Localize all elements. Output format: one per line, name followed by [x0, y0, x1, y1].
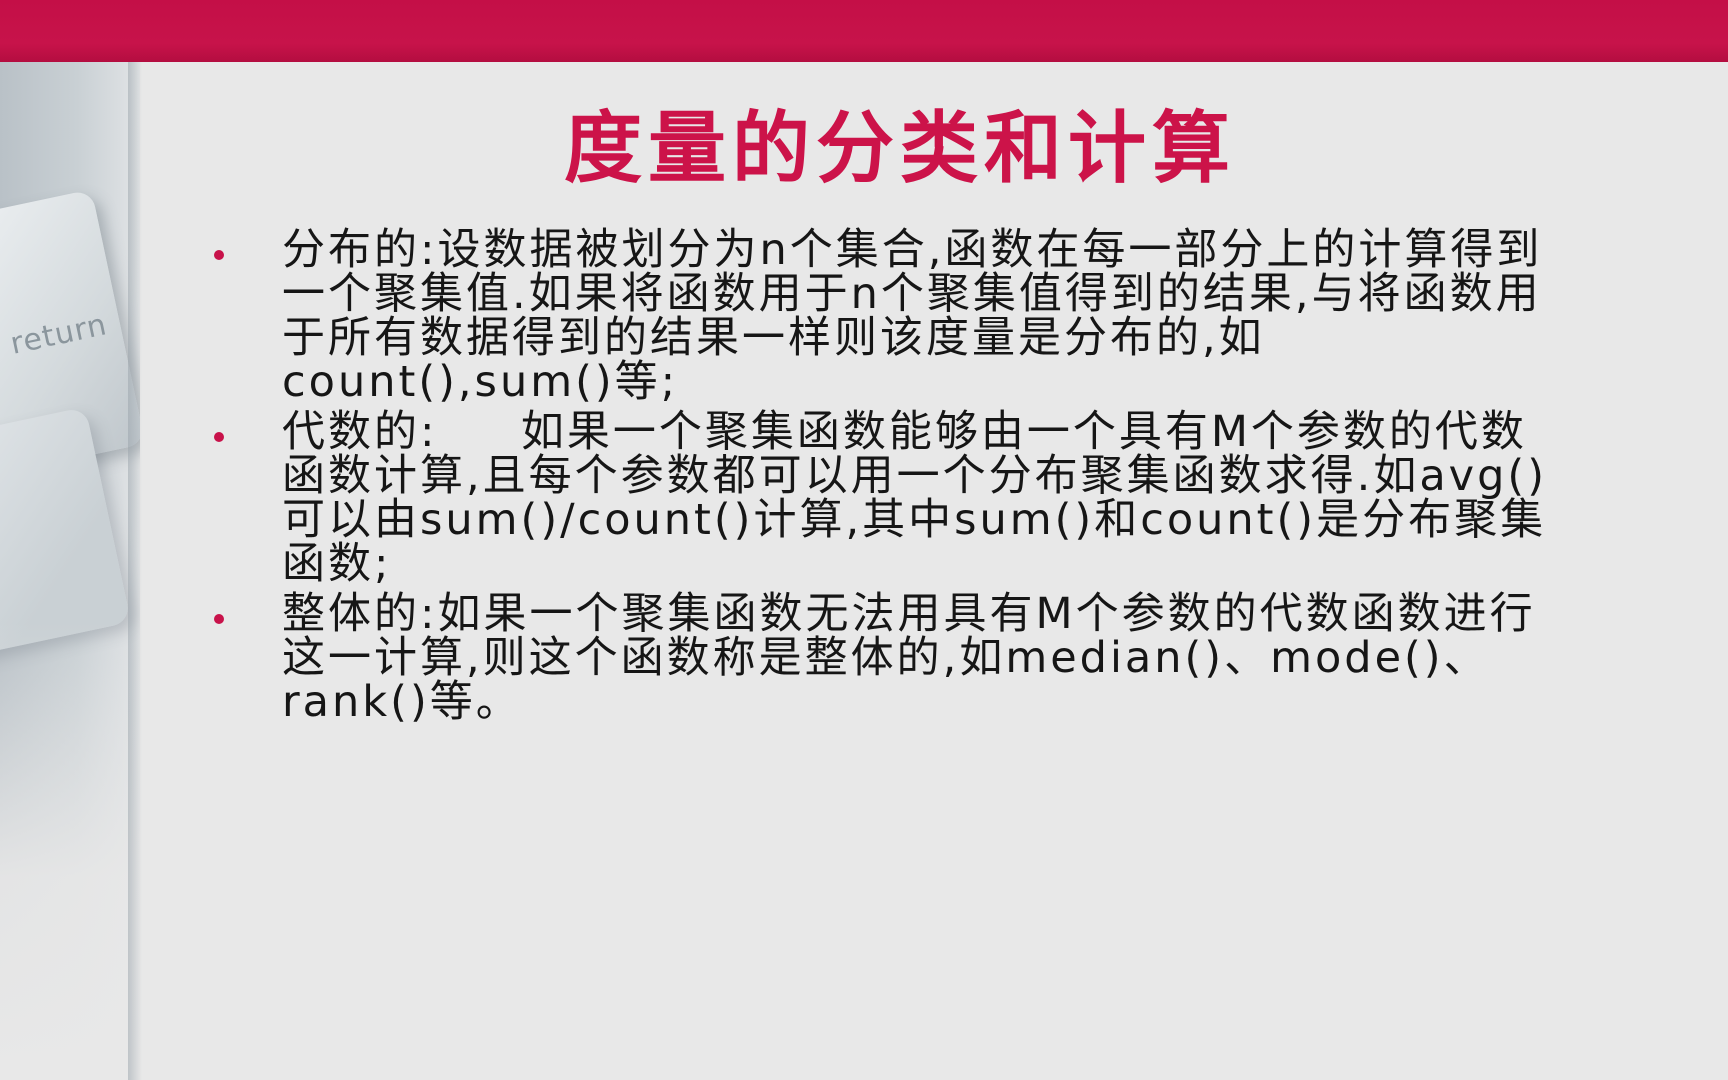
slide-title: 度量的分类和计算: [563, 104, 1236, 194]
bullet-dot-icon: [214, 250, 224, 260]
bullet-text: 整体的:如果一个聚集函数无法用具有M个参数的代数函数进行这一计算,则这个函数称是…: [282, 589, 1536, 727]
side-decorative-panel: return: [0, 62, 140, 1080]
return-key-label: return: [7, 307, 111, 362]
bullet-text: 代数的: 如果一个聚集函数能够由一个具有M个参数的代数函数计算,且每个参数都可以…: [282, 407, 1547, 589]
bullet-distributive: 分布的:设数据被划分为n个集合,函数在每一部分上的计算得到一个聚集值.如果将函数…: [208, 228, 1568, 404]
slide: return 度量的分类和计算 分布的:设数据被划分为n个集合,函数在每一部分上…: [0, 0, 1728, 1080]
keyboard-key-graphic-lower: [0, 406, 132, 658]
bullet-list: 分布的:设数据被划分为n个集合,函数在每一部分上的计算得到一个聚集值.如果将函数…: [208, 228, 1568, 730]
bullet-dot-icon: [214, 432, 224, 442]
top-accent-bar: [0, 0, 1728, 62]
side-divider: [128, 62, 142, 1080]
keyboard-key-graphic: [0, 189, 140, 475]
bullet-text: 分布的:设数据被划分为n个集合,函数在每一部分上的计算得到一个聚集值.如果将函数…: [282, 225, 1543, 407]
bullet-dot-icon: [214, 614, 224, 624]
bullet-holistic: 整体的:如果一个聚集函数无法用具有M个参数的代数函数进行这一计算,则这个函数称是…: [208, 592, 1568, 724]
bullet-algebraic: 代数的: 如果一个聚集函数能够由一个具有M个参数的代数函数计算,且每个参数都可以…: [208, 410, 1568, 586]
